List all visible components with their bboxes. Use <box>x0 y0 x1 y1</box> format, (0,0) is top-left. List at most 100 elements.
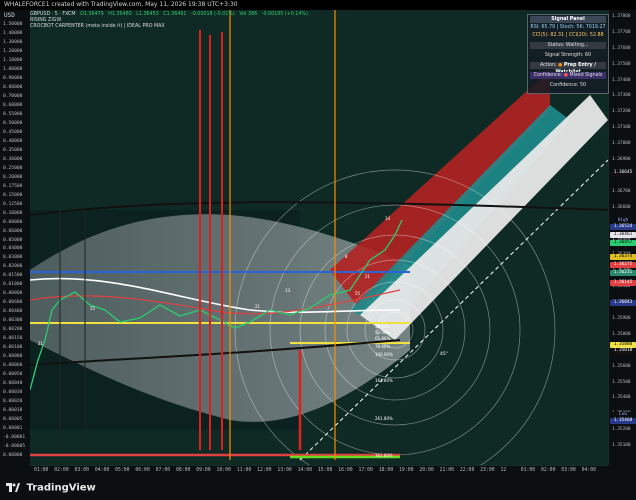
time-axis-tick: 23:00 <box>480 468 495 473</box>
left-axis-tick: 1.30000 <box>3 39 23 45</box>
chart-legend[interactable]: GBPUSD · 5 · FXCM O1.36479 H1.36480 L1.3… <box>30 12 311 31</box>
time-axis-tick: 21:00 <box>439 468 455 473</box>
time-axis-tick: 15:00 <box>317 468 333 473</box>
left-axis-tick: 0.30000 <box>3 156 23 162</box>
left-axis-tick: 0.00300 <box>3 318 23 324</box>
legend-low: L1.36453 <box>136 12 159 17</box>
left-axis-tick: 0.01000 <box>3 282 23 288</box>
right-axis-tick: 1.37500 <box>612 61 631 67</box>
right-axis-tick: 1.36700 <box>612 188 631 194</box>
left-axis-tick: 0.45000 <box>3 129 23 135</box>
time-axis-tick: 14:00 <box>297 468 313 473</box>
left-axis-tick: 0.06000 <box>3 228 23 234</box>
legend-symbol[interactable]: GBPUSD · 5 · FXCM <box>30 12 76 17</box>
right-axis-tick: 1.36600 <box>612 204 631 210</box>
left-axis-tick: 0.80000 <box>3 84 23 90</box>
angle-label: 45° <box>440 351 448 357</box>
tradingview-logo[interactable]: TradingView <box>6 482 96 494</box>
left-axis-tick: 0.01500 <box>3 273 23 279</box>
legend-change: -0.00018 (-0.01%) <box>190 12 235 17</box>
right-axis-tick: 1.35600 <box>612 363 631 369</box>
time-axis-tick: 13:00 <box>277 468 292 473</box>
right-axis-tick: 1.35200 <box>612 427 631 433</box>
time-axis-tick: 10:00 <box>216 468 231 473</box>
signal-strength: Signal Strength: 60 <box>544 53 592 58</box>
left-axis-tick: 1.00000 <box>3 66 23 72</box>
indicator-label-2[interactable]: CROCBOT CARPENTER (meta inside it) | IDE… <box>30 24 311 30</box>
price-tag: 1.36645 <box>610 170 636 176</box>
time-axis-tick: 12:00 <box>257 468 272 473</box>
price-tag: 1.36275 <box>610 262 636 268</box>
left-axis-tick: 1.10000 <box>3 57 23 63</box>
price-tag: 1.36043 <box>610 300 636 306</box>
chart-pane[interactable]: 38.20% 50.00% 61.80% 78.60% 100.00% 161.… <box>30 10 608 465</box>
left-axis-tick: 0.00800 <box>3 291 23 297</box>
time-axis-tick: 16:00 <box>338 468 353 473</box>
price-tag: 1.36524 <box>610 224 636 230</box>
right-axis-tick: 1.37000 <box>612 141 631 147</box>
left-axis-tick: 0.20000 <box>3 174 23 180</box>
wave-marker: 21 <box>255 304 261 309</box>
left-axis-tick: 0.00001 <box>3 426 23 432</box>
left-axis-tick: 0.55000 <box>3 111 23 117</box>
left-axis-tick: 0.40000 <box>3 138 23 144</box>
left-price-axis[interactable]: USD 1.50000 1.40000 1.30000 1.20000 1.10000 1… <box>0 10 31 465</box>
left-axis-tick: 0.15000 <box>3 192 23 198</box>
left-axis-tick: 0.17500 <box>3 183 23 189</box>
time-axis-tick: 08:00 <box>175 468 191 473</box>
left-axis-tick: 0.70000 <box>3 93 23 99</box>
signal-panel-cci: CCI(5): 82.31 | CCI(20): 52.88 <box>532 33 604 38</box>
time-axis-tick: 01:00 <box>520 468 536 473</box>
left-axis-tick: 0.00200 <box>3 327 23 333</box>
wave-marker: 21 <box>38 341 44 346</box>
left-axis-tick: 0.50000 <box>3 120 23 126</box>
left-axis-tick: 0.03000 <box>3 255 23 261</box>
left-axis-tick: 0.35000 <box>3 147 23 153</box>
fib-label-7: 261.80% <box>375 416 393 421</box>
time-axis-tick: 20:00 <box>419 468 434 473</box>
left-axis-tick: -0.00005 <box>3 444 26 450</box>
chart-canvas[interactable]: 38.20% 50.00% 61.80% 78.60% 100.00% 161.… <box>30 10 608 465</box>
right-axis-tick: 1.37600 <box>612 45 631 51</box>
time-axis-tick: 02:00 <box>541 468 556 473</box>
right-axis-tick: 1.37100 <box>612 125 631 131</box>
cci20-value: CCI(20): 52.88 <box>568 33 604 38</box>
left-axis-tick: 0.12500 <box>3 201 23 207</box>
caption-bar: WHALEFORCE1 created with TradingView.com… <box>0 0 636 10</box>
price-tag: 1.36374 <box>610 254 636 260</box>
left-axis-tick: 0.00150 <box>3 336 23 342</box>
left-axis-tick: 0.00020 <box>3 399 23 405</box>
wave-marker: 13 <box>285 288 291 293</box>
left-axis-tick: 0.00060 <box>3 363 23 369</box>
left-axis-tick: 0.00005 <box>3 417 23 423</box>
signal-status: Status: Waiting... <box>530 42 606 49</box>
time-axis-tick: 09:00 <box>196 468 211 473</box>
right-price-axis[interactable]: 1.37800 1.37700 1.37600 1.37500 1.37400 1.373… <box>608 10 636 465</box>
time-axis-tick: 19:00 <box>399 468 414 473</box>
left-axis-tick: 1.50000 <box>3 22 23 27</box>
action-dot-icon: ● <box>558 63 563 68</box>
left-axis-tick: 0.00000 <box>3 453 23 459</box>
legend-close: C1.36461 <box>163 12 187 17</box>
left-axis-tick: 0.05000 <box>3 237 23 243</box>
right-axis-tick: 1.35400 <box>612 395 631 401</box>
right-axis-tick: 1.35800 <box>612 331 631 337</box>
right-axis-tick: 1.37200 <box>612 109 631 115</box>
time-axis-tick: 03:00 <box>561 468 576 473</box>
time-axis-tick: 06:00 <box>135 468 150 473</box>
fib-label-8: 361.80% <box>375 453 393 458</box>
time-axis-tick: 11:00 <box>236 468 252 473</box>
time-axis-tick: 12 <box>500 468 507 473</box>
legend-volume: Vol 386 <box>239 12 258 17</box>
confidence-value: Mixed Signals <box>569 73 603 78</box>
time-axis-tick: 17:00 <box>358 468 373 473</box>
action-label: Action: <box>539 63 557 68</box>
time-axis-tick: 03:00 <box>74 468 89 473</box>
fib-label-1: 38.20% <box>375 324 390 329</box>
left-axis-tick: 0.00100 <box>3 345 23 351</box>
left-axis-tick: 0.04000 <box>3 246 23 252</box>
signal-panel-rsi-stoch: RSI: 65.79 | Stoch: 5K: 7019.27 <box>530 25 606 30</box>
tradingview-screenshot: WHALEFORCE1 created with TradingView.com… <box>0 0 636 500</box>
left-axis-tick: 0.08000 <box>3 219 23 225</box>
fib-label-3: 61.80% <box>375 336 390 341</box>
